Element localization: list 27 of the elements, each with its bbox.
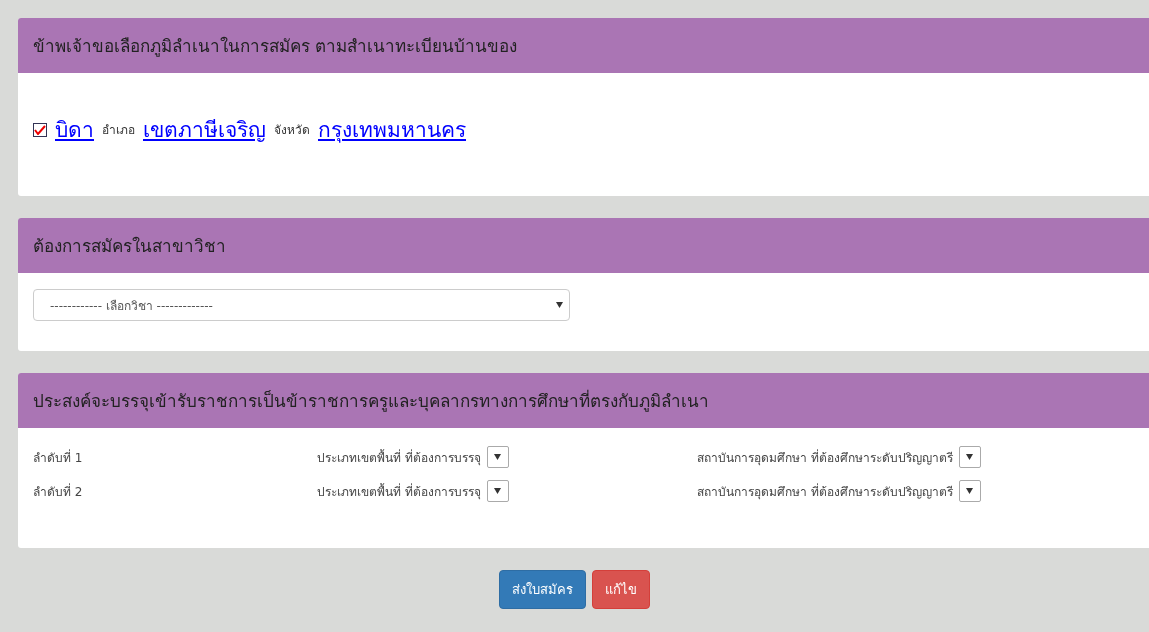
rank-label: ลำดับที่ 1 [33,448,84,467]
submit-button[interactable]: ส่งใบสมัคร [499,570,586,609]
panel-header: ประสงค์จะบรรจุเข้ารับราชการเป็นข้าราชการครูและบุคลากรทางการศึกษาที่ตรงกับภูมิลำเนา [18,373,1149,428]
dropdown-arrow-icon [966,454,974,460]
subject-select[interactable]: ------------ เลือกวิชา ------------- [33,289,570,321]
institute-label: สถาบันการอุดมศึกษา ที่ต้องศึกษาระดับปริญญาตรี [697,482,953,501]
rank-label: ลำดับที่ 2 [33,482,84,501]
panel-header: ต้องการสมัครในสาขาวิชา [18,218,1149,273]
area-label: ประเภทเขตพื้นที่ ที่ต้องการบรรจุ [317,448,481,467]
area-select[interactable] [486,446,509,468]
dropdown-arrow-icon [494,488,502,494]
area-label: ประเภทเขตพื้นที่ ที่ต้องการบรรจุ [317,482,481,501]
dropdown-arrow-icon [494,454,502,460]
institute-select[interactable] [958,446,981,468]
district-link[interactable]: เขตภาษีเจริญ [143,113,266,146]
institute-select[interactable] [958,480,981,502]
owner-link[interactable]: บิดา [55,113,94,146]
checkbox[interactable] [33,122,47,137]
province-link[interactable]: กรุงเทพมหานคร [318,113,466,146]
panel-header: ข้าพเจ้าขอเลือกภูมิลำเนาในการสมัคร ตามสำเนาทะเบียนบ้านของ [18,18,1149,73]
edit-button[interactable]: แก้ไข [592,570,650,609]
dropdown-arrow-icon [556,302,563,308]
district-label: อำเภอ [102,122,135,139]
institute-label: สถาบันการอุดมศึกษา ที่ต้องศึกษาระดับปริญญาตรี [697,448,953,467]
area-select[interactable] [486,480,509,502]
dropdown-arrow-icon [966,488,974,494]
province-label: จังหวัด [274,122,310,139]
